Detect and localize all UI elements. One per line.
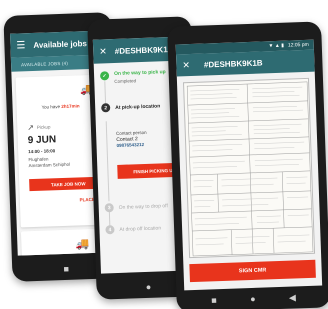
close-icon[interactable]: ✕ <box>99 46 107 57</box>
pickup-row: ↗ Pickup <box>27 122 51 132</box>
menu-icon[interactable]: ☰ <box>16 40 25 51</box>
step-label: At drop off location <box>119 225 162 233</box>
pickup-address: Flughafen Amsterdam Schiphol <box>28 156 70 169</box>
square-nav-icon[interactable]: ■ <box>211 295 217 305</box>
truck-icon: 🚚 <box>75 238 90 251</box>
back-nav-icon[interactable]: ◀ <box>289 292 296 302</box>
app-bar: ✕ #DESHBK9K1B <box>176 49 315 77</box>
step-number: 3 <box>104 203 114 213</box>
step-label: At pick-up location <box>115 103 161 111</box>
square-nav-icon[interactable]: ■ <box>63 263 69 273</box>
step-label: On the way to drop off <box>118 203 168 211</box>
job-title: #DESHBK9K1B <box>203 57 263 70</box>
step-at-pick-up-location: 2 At pick-up location <box>101 101 161 113</box>
circle-nav-icon[interactable]: ● <box>250 293 256 303</box>
cmr-document-image <box>183 77 316 259</box>
timeline-connector <box>105 121 110 202</box>
pickup-date: 9 JUN <box>27 134 57 147</box>
circle-nav-icon[interactable]: ● <box>146 281 152 291</box>
sign-cmr-button[interactable]: SIGN CMR <box>189 259 316 283</box>
step-on-the-way-to-drop-off: 3 On the way to drop off <box>104 201 168 213</box>
time-remaining-value: 2h17min <box>61 103 80 109</box>
system-nav-bar: ■ ● ◀ <box>176 285 328 309</box>
arrow-icon: ↗ <box>27 122 35 133</box>
step-label: On the way to pick up <box>113 69 166 77</box>
step-status: Completed <box>114 78 137 84</box>
step-at-drop-off-location: 4 At drop off location <box>105 223 162 235</box>
time-remaining-prefix: You have <box>41 104 61 110</box>
status-time: 12:05 pm <box>287 41 309 49</box>
step-number: 2 <box>101 103 111 113</box>
pickup-label: Pickup <box>36 124 51 130</box>
status-icons: ▼ ▲ ▮ <box>268 42 285 50</box>
app-title: Available jobs <box>33 38 88 50</box>
address-line-2: Amsterdam Schiphol <box>28 161 71 169</box>
step-on-the-way-to-pick-up: ✓ On the way to pick up Completed <box>99 69 166 84</box>
contact-info: Contact person Contact 2 09876543212 <box>116 130 147 149</box>
close-icon[interactable]: ✕ <box>182 60 190 71</box>
cmr-form-drawing <box>186 81 314 257</box>
job-title: #DESHBK9K1B <box>114 44 174 56</box>
step-number: 4 <box>105 225 115 235</box>
timeline-connector <box>104 81 107 104</box>
check-icon: ✓ <box>99 71 110 81</box>
phone3-screen: ▼ ▲ ▮ 12:05 pm ✕ #DESHBK9K1B SIGN CMR <box>175 39 323 291</box>
pickup-time: 14:00 - 18:00 <box>28 148 56 155</box>
phone-sign-cmr: ▼ ▲ ▮ 12:05 pm ✕ #DESHBK9K1B SIGN CMR ■ … <box>167 21 328 309</box>
contact-phone[interactable]: 09876543212 <box>116 142 147 149</box>
